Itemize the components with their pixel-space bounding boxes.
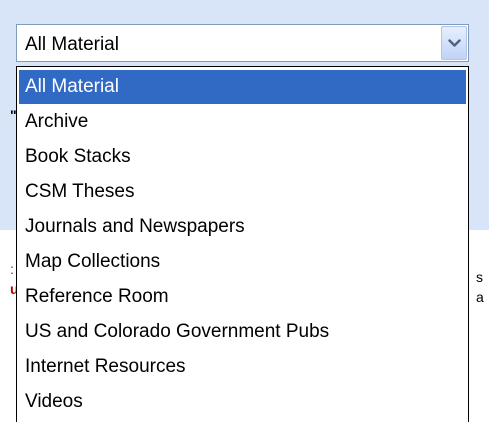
material-type-select[interactable]: All Material <box>16 24 469 62</box>
option-map-collections[interactable]: Map Collections <box>19 245 466 279</box>
option-us-colorado-government-pubs[interactable]: US and Colorado Government Pubs <box>19 315 466 349</box>
option-reference-room[interactable]: Reference Room <box>19 280 466 314</box>
option-all-material[interactable]: All Material <box>19 70 466 104</box>
dropdown-arrow-button[interactable] <box>441 26 467 60</box>
option-csm-theses[interactable]: CSM Theses <box>19 175 466 209</box>
option-book-stacks[interactable]: Book Stacks <box>19 140 466 174</box>
option-archive[interactable]: Archive <box>19 105 466 139</box>
background-text-fragment: a <box>476 289 484 305</box>
background-text-fragment: : <box>10 261 14 277</box>
option-journals-and-newspapers[interactable]: Journals and Newspapers <box>19 210 466 244</box>
option-videos[interactable]: Videos <box>19 385 466 419</box>
option-internet-resources[interactable]: Internet Resources <box>19 350 466 384</box>
select-current-value: All Material <box>25 34 119 55</box>
chevron-down-icon <box>448 39 461 47</box>
background-text-fragment: s <box>476 269 483 285</box>
dropdown-options-list: All Material Archive Book Stacks CSM The… <box>16 66 469 422</box>
